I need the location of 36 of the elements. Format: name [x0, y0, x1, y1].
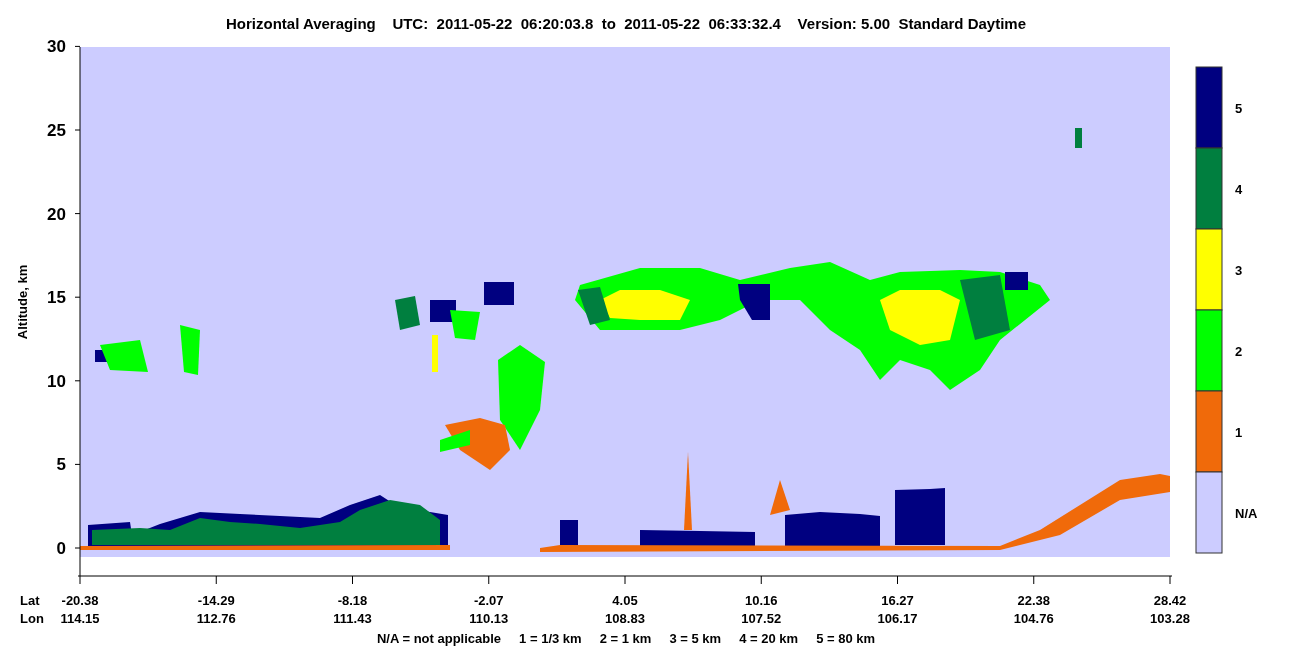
- y-tick-label: 10: [47, 371, 66, 391]
- x-row-label: Lon: [20, 611, 44, 626]
- lon-tick-label: 111.43: [333, 611, 372, 626]
- legend-label: 3: [1235, 262, 1243, 278]
- footnote: N/A = not applicable 1 = 1/3 km 2 = 1 km 3 = 5 km 4 = 20 km 5 = 80 km: [376, 631, 876, 646]
- lon-tick-label: 110.13: [469, 611, 509, 626]
- lat-tick-label: -2.07: [473, 593, 504, 608]
- y-tick-label: 25: [47, 121, 66, 140]
- lat-tick-label: 16.27: [881, 593, 914, 608]
- lon-tick-label: 106.17: [877, 611, 918, 626]
- lon-tick-label: 104.76: [1013, 611, 1054, 626]
- lon-tick-label: 107.52: [741, 611, 782, 626]
- lon-tick-label: 108.83: [605, 611, 645, 626]
- legend-label: 2: [1235, 343, 1243, 359]
- y-tick-label: 15: [47, 288, 66, 308]
- y-tick-label: 5: [56, 455, 66, 475]
- lat-tick-label: -14.29: [197, 593, 235, 608]
- y-axis-label: Altitude, km: [15, 264, 30, 340]
- lon-tick-label: 114.15: [60, 611, 100, 626]
- legend-label: 5: [1235, 100, 1243, 116]
- y-tick-label: 0: [56, 539, 66, 558]
- lat-tick-label: -20.38: [61, 593, 99, 608]
- lon-tick-label: 103.28: [1150, 611, 1190, 626]
- lat-tick-label: 22.38: [1017, 593, 1050, 608]
- chart-title: Horizontal Averaging UTC: 2011-05-22 06:20:03.8 to 2011-05-22 06:33:32.4 Version: 5.00 Standard Daytime: [225, 15, 1027, 32]
- lat-tick-label: -8.18: [337, 593, 368, 608]
- legend-label: 4: [1235, 181, 1243, 197]
- lon-tick-label: 112.76: [196, 611, 236, 626]
- y-tick-label: 20: [47, 204, 66, 224]
- y-tick-label: 30: [47, 37, 66, 57]
- lat-tick-label: 10.16: [745, 593, 778, 608]
- lat-tick-label: 4.05: [612, 593, 638, 608]
- legend-label: N/A: [1235, 505, 1258, 521]
- legend-label: 1: [1235, 424, 1243, 440]
- x-row-label: Lat: [20, 593, 40, 608]
- lat-tick-label: 28.42: [1153, 593, 1187, 608]
